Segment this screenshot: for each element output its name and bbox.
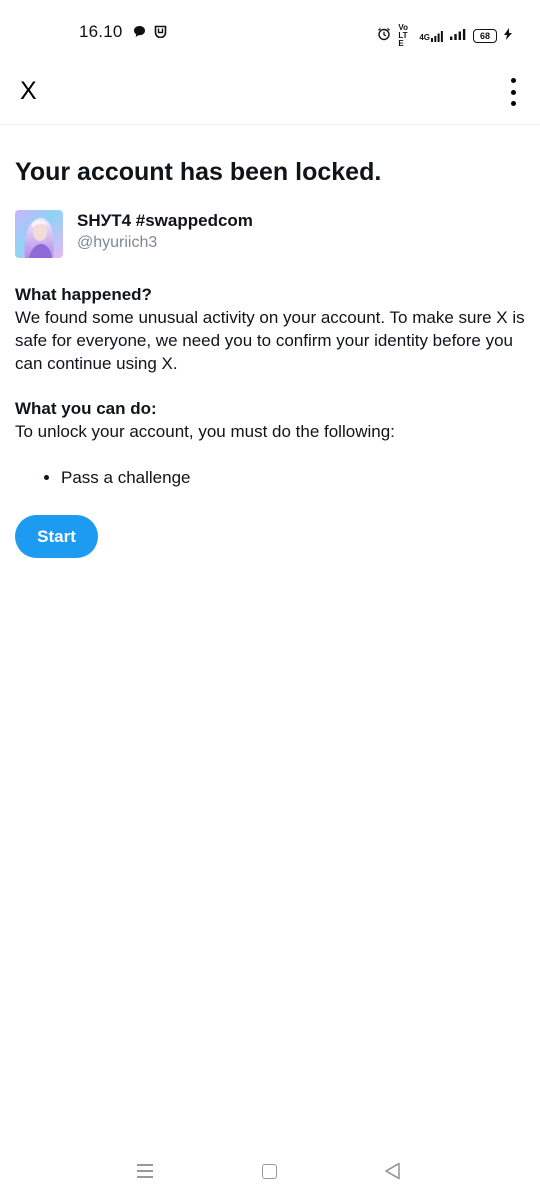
home-icon[interactable] <box>262 1164 277 1179</box>
more-dot <box>510 89 516 95</box>
user-handle: @hyuriich3 <box>77 234 158 251</box>
avatar <box>15 210 63 258</box>
status-left-icons <box>133 25 167 43</box>
status-bar: 16.10 Vo LTE 4G 68 <box>0 0 540 64</box>
section-body: We found some unusual activity on your a… <box>15 308 525 373</box>
chat-bubble-icon <box>133 25 146 43</box>
x-logo[interactable]: X <box>20 77 37 106</box>
signal-4g-icon: 4G <box>419 30 443 42</box>
required-steps-list: Pass a challenge <box>15 466 525 489</box>
signal-bars-icon <box>450 27 466 45</box>
what-happened-section: What happened? We found some unusual act… <box>15 283 525 375</box>
recent-apps-icon[interactable] <box>137 1164 153 1178</box>
section-heading: What happened? <box>15 285 152 304</box>
what-you-can-do-section: What you can do: To unlock your account,… <box>15 397 525 443</box>
start-button[interactable]: Start <box>15 515 98 558</box>
back-icon[interactable] <box>384 1162 401 1185</box>
more-options-button[interactable] <box>508 78 518 106</box>
more-dot <box>510 78 516 83</box>
list-item: Pass a challenge <box>61 466 525 489</box>
system-nav-bar <box>0 1150 540 1200</box>
battery-indicator: 68 <box>473 29 497 43</box>
charging-bolt-icon <box>504 27 512 45</box>
app-header: X <box>0 64 540 125</box>
page-title: Your account has been locked. <box>15 158 382 186</box>
section-heading: What you can do: <box>15 399 157 418</box>
alarm-icon <box>377 27 391 46</box>
section-body: To unlock your account, you must do the … <box>15 422 395 441</box>
account-identity: SHУT4 #swappedcom @hyuriich3 <box>77 210 253 254</box>
display-name: SHУT4 #swappedcom <box>77 211 253 230</box>
shield-app-icon <box>154 25 167 43</box>
locked-account-content: Your account has been locked. SHУT4 #swa… <box>15 156 525 558</box>
more-dot <box>510 101 516 106</box>
account-card: SHУT4 #swappedcom @hyuriich3 <box>15 210 525 258</box>
status-right-icons: Vo LTE 4G 68 <box>377 24 512 48</box>
status-time: 16.10 <box>79 22 123 41</box>
volte-label: Vo LTE <box>398 23 408 48</box>
